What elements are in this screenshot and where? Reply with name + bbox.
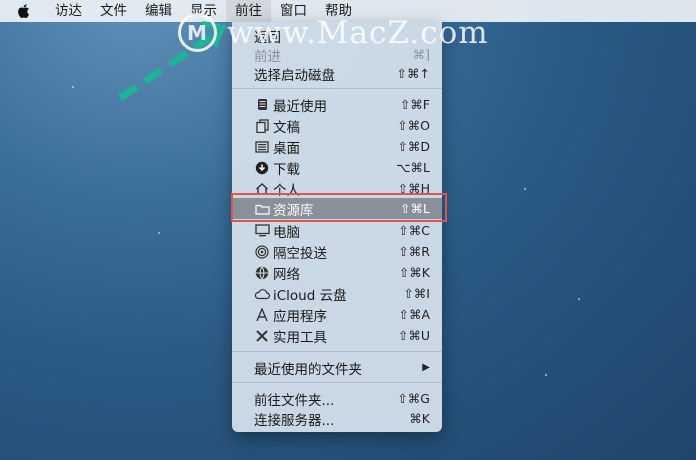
desktop-icon — [254, 139, 270, 155]
star-dot — [158, 232, 160, 234]
menu-separator — [232, 382, 442, 383]
menu-item-shortcut: ⇧⌘O — [397, 118, 430, 133]
menu-item-shortcut: ⇧⌘↑ — [396, 66, 430, 81]
menu-separator — [232, 88, 442, 89]
network-icon — [254, 265, 270, 281]
menu-item-label: 最近使用的文件夹 — [254, 361, 362, 378]
menu-item-documents[interactable]: 文稿 ⇧⌘O — [232, 115, 442, 136]
menu-item-label: 前往文件夹... — [254, 392, 335, 409]
menu-item-shortcut: ⇧⌘U — [397, 328, 430, 343]
star-dot — [524, 188, 526, 190]
menu-separator — [232, 351, 442, 352]
go-menu: 返回 前进 ⌘] 选择启动磁盘 ⇧⌘↑ 最近使用 ⇧⌘F 文稿 ⇧⌘O 桌面 ⇧… — [232, 22, 442, 432]
menu-item-desktop[interactable]: 桌面 ⇧⌘D — [232, 136, 442, 157]
computer-icon — [254, 223, 270, 239]
apple-icon[interactable] — [16, 3, 30, 19]
watermark-text: www.MacZ.com — [227, 14, 489, 51]
menu-item-shortcut: ⇧⌘G — [397, 391, 430, 406]
star-dot — [72, 86, 74, 88]
menu-item-computer[interactable]: 电脑 ⇧⌘C — [232, 220, 442, 241]
menu-item-label: iCloud 云盘 — [273, 287, 347, 304]
menu-item-label: 文稿 — [273, 119, 300, 136]
applications-icon — [254, 307, 270, 323]
menu-item-label: 下载 — [273, 161, 300, 178]
menu-item-shortcut: ⇧⌘I — [403, 286, 430, 301]
menu-item-label: 选择启动磁盘 — [254, 67, 335, 84]
menu-item-downloads[interactable]: 下载 ⌥⌘L — [232, 157, 442, 178]
documents-icon — [254, 118, 270, 134]
menu-item-shortcut: ⇧⌘A — [398, 307, 430, 322]
menu-item-label: 网络 — [273, 266, 300, 283]
menu-item-airdrop[interactable]: 隔空投送 ⇧⌘R — [232, 241, 442, 262]
annotation-highlight-box — [231, 193, 447, 222]
airdrop-icon — [254, 244, 270, 260]
menu-item-label: 应用程序 — [273, 308, 327, 325]
submenu-arrow-icon: ▶ — [422, 362, 430, 373]
menu-item-shortcut: ⌥⌘L — [396, 160, 430, 175]
menu-item-network[interactable]: 网络 ⇧⌘K — [232, 262, 442, 283]
star-dot — [578, 298, 580, 300]
menubar-finder[interactable]: 访达 — [46, 0, 91, 22]
menu-item-utilities[interactable]: 实用工具 ⇧⌘U — [232, 325, 442, 346]
downloads-icon — [254, 160, 270, 176]
menu-item-shortcut: ⇧⌘C — [398, 223, 430, 238]
utilities-icon — [254, 328, 270, 344]
menu-item-label: 桌面 — [273, 140, 300, 157]
menu-item-connect-server[interactable]: 连接服务器... ⌘K — [232, 408, 442, 429]
star-dot — [545, 374, 547, 376]
watermark: M www.MacZ.com — [178, 13, 489, 52]
menu-item-shortcut: ⇧⌘R — [398, 244, 430, 259]
recents-icon — [254, 97, 270, 113]
menu-item-label: 最近使用 — [273, 98, 327, 115]
menu-item-icloud[interactable]: iCloud 云盘 ⇧⌘I — [232, 283, 442, 304]
menu-item-label: 电脑 — [273, 224, 300, 241]
cloud-icon — [254, 286, 270, 302]
menu-item-label: 实用工具 — [273, 329, 327, 346]
menu-item-recent-folders[interactable]: 最近使用的文件夹 ▶ — [232, 357, 442, 378]
menu-item-shortcut: ⇧⌘K — [398, 265, 430, 280]
menu-item-recents[interactable]: 最近使用 ⇧⌘F — [232, 94, 442, 115]
menu-item-shortcut: ⇧⌘F — [399, 97, 430, 112]
menu-item-shortcut: ⌘K — [409, 411, 430, 426]
watermark-logo-icon: M — [178, 13, 217, 52]
menu-item-go-to-folder[interactable]: 前往文件夹... ⇧⌘G — [232, 388, 442, 409]
menu-item-applications[interactable]: 应用程序 ⇧⌘A — [232, 304, 442, 325]
menu-item-startup-disk[interactable]: 选择启动磁盘 ⇧⌘↑ — [232, 63, 442, 84]
menu-item-label: 连接服务器... — [254, 412, 335, 429]
menu-item-shortcut: ⇧⌘D — [397, 139, 430, 154]
menu-item-label: 隔空投送 — [273, 245, 327, 262]
